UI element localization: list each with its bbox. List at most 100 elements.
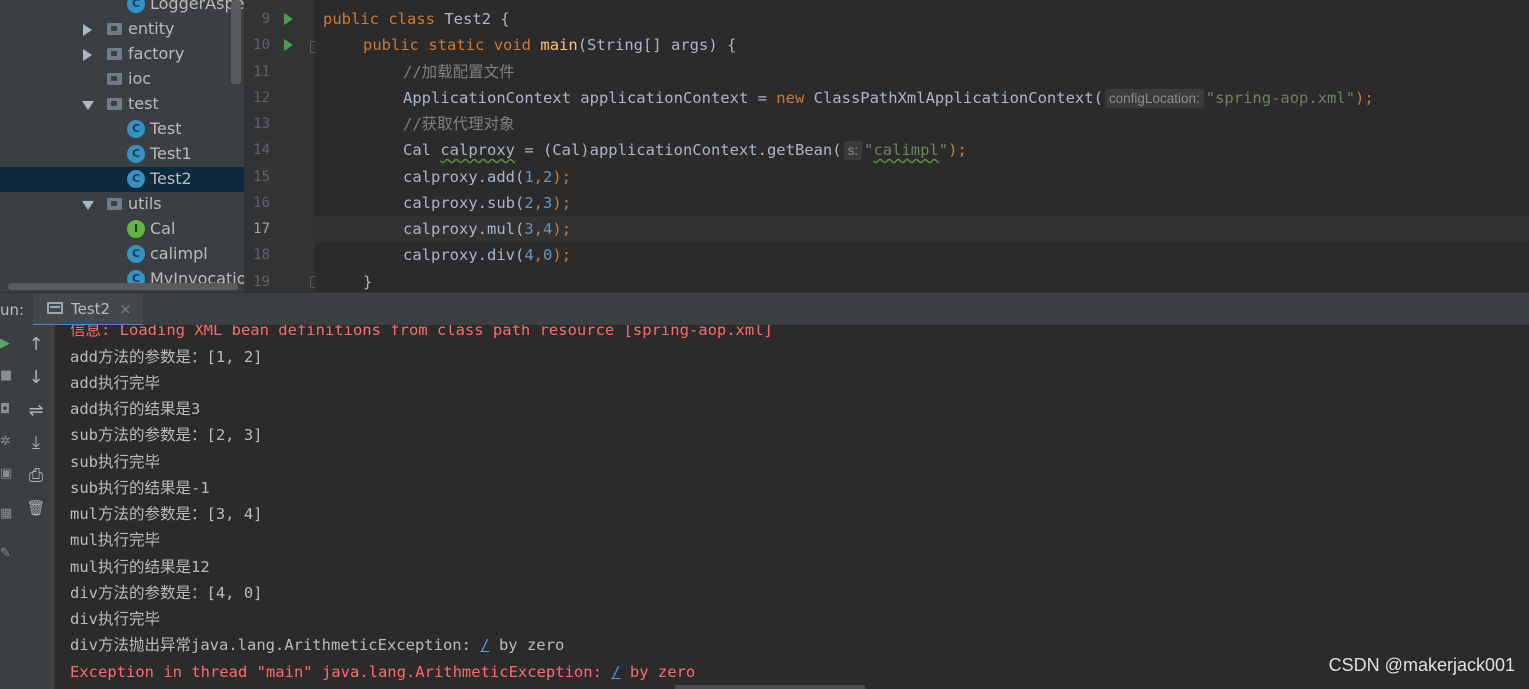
keyword: public	[323, 10, 379, 28]
number-literal: 4	[524, 246, 534, 264]
console-icon	[47, 302, 63, 314]
tree-item-entity[interactable]: entity	[0, 17, 244, 42]
tree-item-label: ioc	[128, 69, 152, 88]
trash-icon[interactable]: 🗑	[18, 494, 54, 522]
console-line: mul方法的参数是：[3, 4]	[70, 505, 263, 523]
stacktrace-link[interactable]: /	[611, 663, 620, 681]
keyword: class	[388, 10, 436, 28]
code-line-10[interactable]: public static void main(String[] args) {	[315, 32, 1529, 58]
code-line-18[interactable]: calproxy.div(4,0);	[315, 242, 1529, 268]
number-literal: 2	[543, 168, 553, 186]
stacktrace-link[interactable]: /	[480, 636, 489, 654]
code-line-16[interactable]: calproxy.sub(2,3);	[315, 190, 1529, 216]
folder-icon	[107, 23, 122, 35]
arrow-down-icon[interactable]: ↓	[18, 364, 54, 392]
line-number: 14	[253, 142, 270, 158]
code-text: (String[] args) {	[577, 36, 737, 54]
code-text: ApplicationContext applicationContext =	[403, 89, 777, 107]
tree-vertical-scrollbar[interactable]	[231, 0, 241, 84]
line-number: 10	[253, 37, 270, 53]
code-line-15[interactable]: calproxy.add(1,2);	[315, 164, 1529, 190]
code-text: );	[948, 141, 967, 159]
line-number: 15	[253, 169, 270, 185]
console-output[interactable]: 信息: Loading XML bean definitions from cl…	[55, 325, 1529, 689]
stop-icon[interactable]: ■	[0, 369, 14, 383]
tree-item-ioc[interactable]: ioc	[0, 67, 244, 92]
tree-item-test2[interactable]: C Test2	[0, 167, 244, 192]
chevron-right-icon[interactable]	[83, 49, 92, 61]
tree-item-utils[interactable]: utils	[0, 192, 244, 217]
line-number: 11	[253, 64, 270, 80]
code-text: );	[552, 168, 572, 186]
code-line-9[interactable]: public class Test2 {	[315, 6, 1529, 32]
tree-item-test-class[interactable]: C Test	[0, 117, 244, 142]
console-info-line: 信息: Loading XML bean definitions from cl…	[70, 325, 773, 339]
run-class-icon[interactable]	[284, 13, 293, 25]
run-panel-label: un:	[0, 301, 25, 319]
code-text: calproxy.sub(	[403, 194, 525, 212]
console-line: div方法的参数是：[4, 0]	[70, 584, 263, 602]
line-number-current: 17	[253, 221, 270, 237]
code-text: }	[363, 273, 373, 291]
settings-icon[interactable]: ✲	[0, 435, 14, 449]
console-line: mul执行完毕	[70, 531, 160, 549]
code-line-17[interactable]: calproxy.mul(3,4);	[315, 216, 1529, 242]
code-line-19[interactable]: }	[315, 269, 1529, 292]
code-text: calproxy.mul(	[403, 220, 525, 238]
tree-horizontal-scrollbar[interactable]	[8, 283, 238, 290]
class-icon: C	[127, 0, 145, 13]
restore-layout-icon[interactable]: ▣	[0, 467, 14, 481]
soft-wrap-icon[interactable]: ⇌	[18, 397, 54, 425]
console-exception-line: div方法抛出异常java.lang.ArithmeticException: …	[70, 632, 564, 658]
camera-icon[interactable]: ◘	[0, 403, 14, 417]
runnable-class-icon: C	[127, 170, 145, 188]
number-literal: 4	[543, 220, 553, 238]
scroll-to-end-icon[interactable]: ⤓	[18, 429, 54, 457]
string-literal: calimpl	[873, 141, 939, 159]
layout-icon[interactable]: ▦	[0, 507, 14, 521]
rerun-icon[interactable]: ▶	[0, 337, 14, 351]
chevron-right-icon[interactable]	[83, 24, 92, 36]
console-line: add执行完毕	[70, 374, 160, 392]
tree-item-factory[interactable]: factory	[0, 42, 244, 67]
print-icon[interactable]: ⎙	[18, 462, 54, 490]
code-line-13[interactable]: //获取代理对象	[315, 111, 1529, 137]
folder-icon	[107, 48, 122, 60]
tree-item-label: Test1	[150, 144, 192, 163]
run-main-icon[interactable]	[284, 39, 293, 51]
tree-item-test1[interactable]: C Test1	[0, 142, 244, 167]
code-line-11[interactable]: //加载配置文件	[315, 59, 1529, 85]
console-horizontal-scrollbar[interactable]	[675, 685, 865, 689]
tree-item-label: test	[128, 94, 159, 113]
error-text: Exception in thread "main" java.lang.Ari…	[70, 663, 612, 681]
code-comment: //获取代理对象	[403, 115, 515, 133]
close-icon[interactable]: ×	[119, 300, 132, 318]
interface-icon: I	[127, 220, 145, 238]
tree-item-test[interactable]: test	[0, 92, 244, 117]
code-line-14[interactable]: Cal calproxy = (Cal)applicationContext.g…	[315, 137, 1529, 163]
exception-text: div方法抛出异常java.lang.ArithmeticException:	[70, 636, 481, 654]
chevron-down-icon[interactable]	[82, 201, 94, 210]
tree-item-calimpl[interactable]: C calimpl	[0, 242, 244, 267]
code-text: calproxy.div(	[403, 246, 525, 264]
class-icon: C	[127, 245, 145, 263]
run-panel-header: un: Test2 ×	[0, 292, 1529, 327]
pin-icon[interactable]: ✎	[0, 547, 14, 561]
code-comment: //加载配置文件	[403, 63, 515, 81]
line-number: 9	[261, 11, 270, 27]
number-literal: 0	[543, 246, 553, 264]
chevron-down-icon[interactable]	[82, 101, 94, 110]
code-line-12[interactable]: ApplicationContext applicationContext = …	[315, 85, 1529, 111]
folder-icon	[107, 98, 122, 110]
console-toolbar: ↑ ↓ ⇌ ⤓ ⎙ 🗑	[18, 325, 55, 689]
arrow-up-icon[interactable]: ↑	[18, 331, 54, 359]
run-tab-test2[interactable]: Test2 ×	[33, 293, 143, 327]
code-editor[interactable]: public class Test2 { public static void …	[315, 0, 1529, 292]
code-text: = (Cal)applicationContext.getBean(	[514, 141, 842, 159]
code-text: );	[552, 246, 572, 264]
code-text: Cal	[403, 141, 441, 159]
tree-item-cal[interactable]: I Cal	[0, 217, 244, 242]
tree-item-loggeraspect[interactable]: C LoggerAspect	[0, 0, 244, 17]
project-tree: C LoggerAspect entity factory ioc test C…	[0, 0, 244, 292]
code-text: calproxy.add(	[403, 168, 525, 186]
